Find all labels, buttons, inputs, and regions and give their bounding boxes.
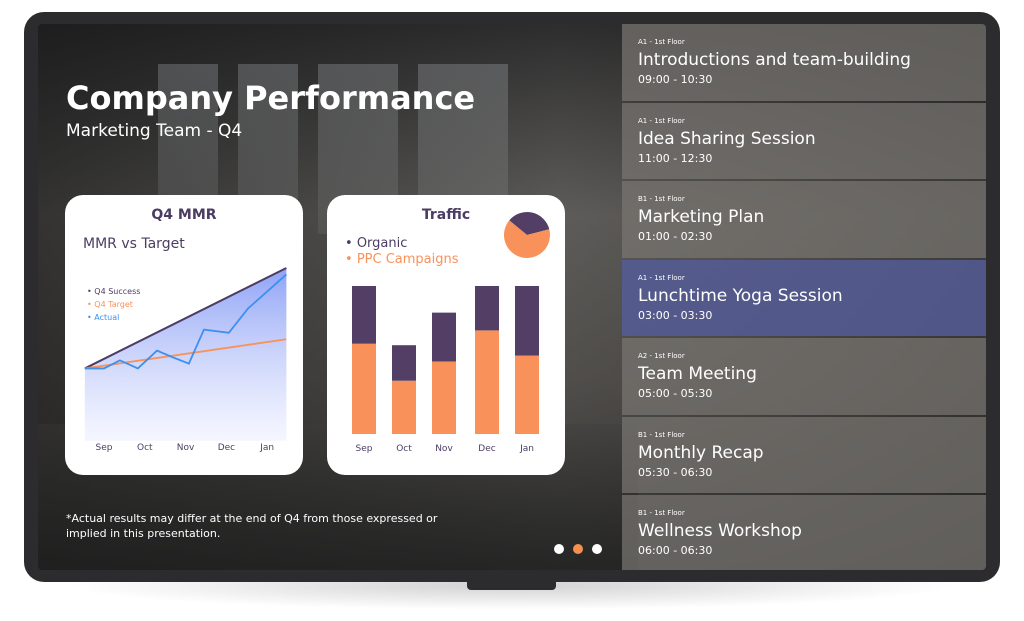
- schedule-name: Idea Sharing Session: [638, 128, 816, 149]
- schedule-location: B1 - 1st Floor: [638, 195, 685, 203]
- bar-organic: [475, 286, 499, 331]
- bar-organic: [515, 286, 539, 356]
- schedule-time: 06:00 - 06:30: [638, 544, 713, 557]
- display-stand: [467, 580, 556, 590]
- schedule-name: Monthly Recap: [638, 442, 764, 463]
- carousel-dot[interactable]: [592, 544, 602, 554]
- display-screen: Company Performance Marketing Team - Q4 …: [38, 24, 986, 570]
- schedule-item[interactable]: B1 - 1st Floor Marketing Plan 01:00 - 02…: [622, 181, 986, 258]
- bar-ppc-campaigns: [432, 361, 456, 434]
- schedule-name: Marketing Plan: [638, 207, 765, 227]
- schedule-name: Team Meeting: [638, 364, 757, 384]
- mmr-chart-subtitle: MMR vs Target: [83, 236, 185, 252]
- page-subtitle: Marketing Team - Q4: [66, 121, 243, 141]
- page-title: Company Performance: [66, 79, 476, 117]
- bar-ppc-campaigns: [515, 355, 539, 434]
- x-tick-label: Dec: [218, 443, 235, 453]
- schedule-name: Wellness Workshop: [638, 521, 802, 541]
- x-tick-label: Dec: [478, 444, 495, 454]
- x-tick-label: Oct: [137, 443, 153, 453]
- bar-organic: [392, 345, 416, 381]
- schedule-time: 03:00 - 03:30: [638, 308, 713, 322]
- schedule-panel: A1 - 1st Floor Introductions and team-bu…: [622, 24, 986, 570]
- schedule-name: Lunchtime Yoga Session: [638, 285, 843, 306]
- schedule-time: 09:00 - 10:30: [638, 73, 713, 86]
- schedule-item[interactable]: B1 - 1st Floor Wellness Workshop 06:00 -…: [622, 495, 986, 570]
- x-tick-label: Sep: [96, 443, 113, 453]
- carousel-dot-active[interactable]: [573, 544, 583, 554]
- schedule-location: B1 - 1st Floor: [638, 430, 685, 439]
- legend-organic: • Organic: [345, 236, 408, 251]
- schedule-time: 05:30 - 06:30: [638, 465, 713, 479]
- schedule-item[interactable]: A1 - 1st Floor Idea Sharing Session 11:0…: [622, 102, 986, 179]
- schedule-time: 01:00 - 02:30: [638, 230, 713, 243]
- schedule-item[interactable]: A1 - 1st Floor Introductions and team-bu…: [622, 24, 986, 101]
- schedule-location: A2 - 1st Floor: [638, 352, 685, 360]
- schedule-name: Introductions and team-building: [638, 50, 911, 70]
- legend-ppc: • PPC Campaigns: [345, 252, 459, 267]
- x-tick-label: Sep: [356, 444, 373, 454]
- schedule-item[interactable]: A1 - 1st Floor Lunchtime Yoga Session 03…: [622, 259, 986, 336]
- x-tick-label: Nov: [177, 443, 195, 453]
- mmr-card: Sep Oct Nov Dec Jan Q4 MMR MMR vs Target • Q…: [65, 195, 303, 475]
- x-tick-label: Jan: [519, 444, 534, 454]
- schedule-item[interactable]: A2 - 1st Floor Team Meeting 05:00 - 05:3…: [622, 338, 986, 415]
- x-tick-label: Nov: [435, 444, 453, 454]
- schedule-time: 05:00 - 05:30: [638, 387, 713, 400]
- schedule-item[interactable]: B1 - 1st Floor Monthly Recap 05:30 - 06:…: [622, 416, 986, 493]
- traffic-card: Sep Oct Nov Dec Jan Traffic • Organic • PPC …: [327, 195, 565, 475]
- bar-ppc-campaigns: [392, 380, 416, 434]
- carousel-dot[interactable]: [554, 544, 564, 554]
- bar-ppc-campaigns: [475, 330, 499, 434]
- x-tick-label: Oct: [396, 444, 412, 454]
- schedule-location: B1 - 1st Floor: [638, 509, 685, 517]
- traffic-card-title: Traffic: [421, 207, 471, 223]
- bar-ppc-campaigns: [352, 343, 376, 434]
- schedule-location: A1 - 1st Floor: [638, 273, 685, 282]
- mmr-card-title: Q4 MMR: [151, 207, 217, 223]
- legend-q4-success: • Q4 Success: [87, 287, 141, 296]
- legend-q4-target: • Q4 Target: [87, 300, 133, 309]
- disclaimer: *Actual results may differ at the end of…: [66, 512, 438, 540]
- bar-organic: [352, 286, 376, 344]
- x-tick-label: Jan: [259, 443, 274, 453]
- schedule-time: 11:00 - 12:30: [638, 151, 713, 165]
- carousel-dots: [554, 544, 602, 554]
- bar-organic: [432, 312, 456, 362]
- schedule-location: A1 - 1st Floor: [638, 38, 685, 46]
- schedule-location: A1 - 1st Floor: [638, 116, 685, 125]
- legend-actual: • Actual: [87, 313, 120, 322]
